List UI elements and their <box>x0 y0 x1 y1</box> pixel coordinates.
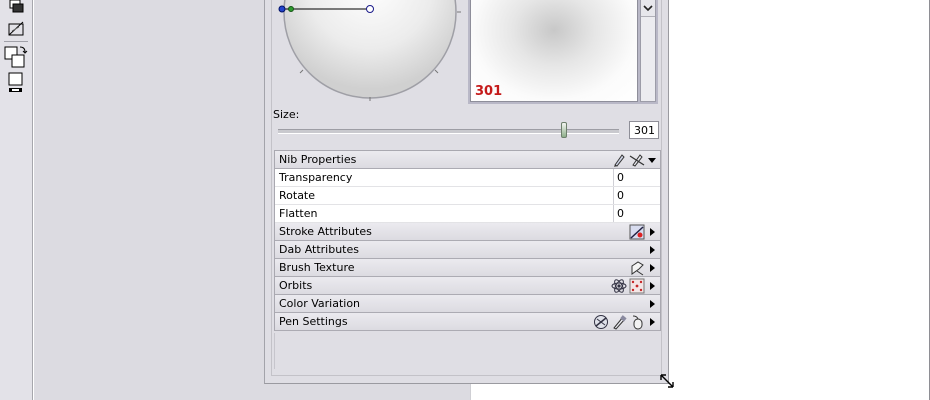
section-label: Pen Settings <box>279 315 348 328</box>
layer-stack-icon[interactable] <box>6 0 26 20</box>
pen-eraser-icon[interactable] <box>611 314 627 330</box>
section-label: Stroke Attributes <box>279 225 372 238</box>
property-row-transparency[interactable]: Transparency 0 <box>275 169 660 187</box>
size-value-input[interactable] <box>629 121 659 139</box>
dial-handle-end[interactable] <box>366 5 374 13</box>
brush-preview-box: 301 <box>468 0 658 104</box>
section-icons <box>611 278 657 294</box>
triangle-right-icon[interactable] <box>647 224 657 240</box>
transform-icon[interactable] <box>6 19 26 39</box>
fill-stroke-swatch-icon[interactable] <box>4 45 28 69</box>
preview-scroll-down-button[interactable] <box>641 0 655 17</box>
property-label: Transparency <box>279 171 353 184</box>
resize-grip-icon[interactable] <box>659 373 675 389</box>
triangle-right-icon[interactable] <box>647 260 657 276</box>
brush-texture-icon[interactable] <box>629 260 645 276</box>
section-label: Nib Properties <box>279 153 357 166</box>
property-list-empty-area <box>274 333 661 369</box>
section-icons <box>647 242 657 258</box>
triangle-down-icon[interactable] <box>647 152 657 168</box>
section-orbits[interactable]: Orbits <box>275 277 660 295</box>
toolbar-separator <box>4 41 28 42</box>
section-nib-properties[interactable]: Nib Properties <box>275 151 660 169</box>
nib-preview-area[interactable] <box>273 0 464 104</box>
triangle-right-icon[interactable] <box>647 242 657 258</box>
section-brush-texture[interactable]: Brush Texture <box>275 259 660 277</box>
preview-scrollbar[interactable] <box>640 0 656 102</box>
color-swatch-icon[interactable] <box>6 72 26 92</box>
left-toolbar <box>0 0 33 400</box>
section-icons <box>629 224 657 240</box>
dial-handle-green[interactable] <box>288 6 294 12</box>
section-color-variation[interactable]: Color Variation <box>275 295 660 313</box>
orbit-pattern-icon[interactable] <box>629 278 645 294</box>
pen-nib-icon[interactable] <box>611 152 627 168</box>
size-label: Size: <box>273 108 300 121</box>
nib-angle-dial[interactable] <box>273 0 464 104</box>
dial-handle-start[interactable] <box>278 5 286 13</box>
section-icons <box>629 260 657 276</box>
brush-preview-size-value: 301 <box>475 84 503 99</box>
triangle-right-icon[interactable] <box>647 314 657 330</box>
section-pen-settings[interactable]: Pen Settings <box>275 313 660 331</box>
brush-controls-panel: 301 Size: Nib PropertiesTransparency0Rot… <box>264 0 669 384</box>
property-label: Flatten <box>279 207 318 220</box>
section-label: Orbits <box>279 279 313 292</box>
pen-mouse-icon[interactable] <box>629 314 645 330</box>
pen-nib-off-icon[interactable] <box>629 152 645 168</box>
size-slider-thumb[interactable] <box>561 122 568 138</box>
property-value[interactable]: 0 <box>613 187 660 204</box>
section-stroke-attributes[interactable]: Stroke Attributes <box>275 223 660 241</box>
size-slider-track[interactable] <box>278 129 619 134</box>
property-row-flatten[interactable]: Flatten 0 <box>275 205 660 223</box>
section-icons <box>647 296 657 312</box>
section-label: Brush Texture <box>279 261 355 274</box>
brush-dab-preview: 301 <box>470 0 638 102</box>
brush-property-list: Nib Properties Transparency 0 Rotate 0 Flatte… <box>274 150 661 331</box>
pen-tilt-icon[interactable] <box>593 314 609 330</box>
property-value[interactable]: 0 <box>613 169 660 186</box>
section-label: Dab Attributes <box>279 243 359 256</box>
property-value[interactable]: 0 <box>613 205 660 222</box>
section-icons <box>611 152 657 168</box>
property-label: Rotate <box>279 189 316 202</box>
orbit-atom-icon[interactable] <box>611 278 627 294</box>
triangle-right-icon[interactable] <box>647 278 657 294</box>
section-label: Color Variation <box>279 297 361 310</box>
section-dab-attributes[interactable]: Dab Attributes <box>275 241 660 259</box>
triangle-right-icon[interactable] <box>647 296 657 312</box>
section-icons <box>593 314 657 330</box>
chevron-down-icon <box>643 5 653 12</box>
stroke-attributes-icon[interactable] <box>629 224 645 240</box>
property-row-rotate[interactable]: Rotate 0 <box>275 187 660 205</box>
